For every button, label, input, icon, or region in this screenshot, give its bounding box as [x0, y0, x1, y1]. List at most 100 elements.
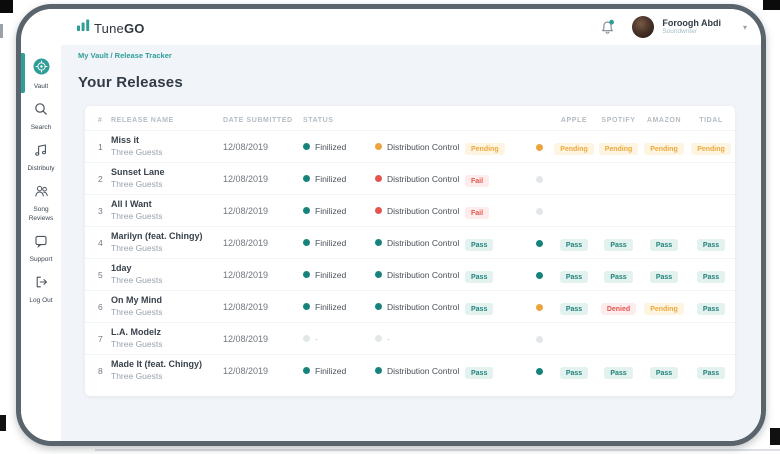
sidebar-item-distributy[interactable]: Distributy: [21, 137, 61, 178]
finalized-status-cell: -: [303, 322, 375, 355]
apple-result-cell: Pass: [552, 354, 596, 387]
column-header-overall: [465, 106, 527, 131]
status-dot-teal: [303, 271, 310, 278]
platform-status-dot-cell: [527, 194, 552, 227]
status-badge: Pass: [649, 367, 679, 380]
release-name: All I Want: [111, 199, 152, 210]
column-header-release-name: RELEASE NAME: [111, 117, 174, 124]
table-body: 1 Miss it Three Guests 12/08/2019 Finilized D…: [85, 130, 735, 387]
status-dot-gray: [375, 335, 382, 342]
date-submitted: 12/08/2019: [223, 194, 303, 227]
status-label: Distribution Control: [387, 237, 460, 248]
platform-status-dot-cell: [527, 258, 552, 291]
table-row[interactable]: 6 On My Mind Three Guests 12/08/2019 Finiliz…: [85, 290, 735, 323]
apple-result-cell: Pass: [552, 290, 596, 323]
amazon-result-cell: Pending: [641, 290, 687, 323]
release-artist: Three Guests: [111, 210, 163, 221]
sidebar-item-song-reviews[interactable]: Song Reviews: [21, 178, 61, 227]
status-dot-yellow: [375, 143, 382, 150]
breadcrumb[interactable]: My Vault / Release Tracker: [78, 51, 761, 60]
table-row[interactable]: 7 L.A. Modelz Three Guests 12/08/2019- -: [85, 322, 735, 355]
row-number: 4: [85, 226, 111, 259]
sidebar-item-log-out[interactable]: Log Out: [21, 269, 61, 310]
column-header-dot: [527, 106, 552, 131]
spotify-result-cell: Pass: [596, 354, 641, 387]
sidebar-item-label: Distributy: [27, 165, 55, 173]
apple-result-cell: Pass: [552, 226, 596, 259]
release-artist: Three Guests: [111, 274, 163, 285]
tidal-result-cell: Pass: [687, 290, 735, 323]
amazon-result-cell: Pass: [641, 226, 687, 259]
status-badge: Pass: [649, 271, 679, 283]
date-submitted: 12/08/2019: [223, 226, 303, 259]
table-row[interactable]: 1 Miss it Three Guests 12/08/2019 Finilized D…: [85, 130, 735, 163]
status-dot-gray: [536, 175, 543, 183]
date-submitted: 12/08/2019: [223, 130, 303, 163]
platform-status-dot-cell: [527, 354, 552, 387]
mockup-edge-mark-left-bottom: [0, 415, 6, 431]
tidal-result-cell: [687, 194, 735, 227]
release-artist: Three Guests: [111, 178, 163, 189]
user-menu-chevron-down-icon[interactable]: ▾: [743, 23, 747, 32]
status-label: Finilized: [315, 205, 347, 216]
status-badge: Pass: [696, 367, 726, 380]
platform-status-dot-cell: [527, 226, 552, 259]
release-artist: Three Guests: [111, 242, 163, 253]
status-dot-teal: [375, 367, 382, 375]
status-dot-teal: [536, 271, 543, 279]
status-dot-teal: [303, 367, 310, 375]
status-dot-teal: [303, 207, 310, 214]
table-row[interactable]: 4 Marilyn (feat. Chingy) Three Guests 12/08…: [85, 226, 735, 259]
release-name: L.A. Modelz: [111, 327, 161, 338]
sidebar-item-vault[interactable]: Vault: [21, 52, 61, 96]
status-dot-gray: [303, 335, 310, 342]
sidebar-item-search[interactable]: Search: [21, 96, 61, 137]
user-avatar[interactable]: [632, 16, 655, 38]
table-row[interactable]: 5 1day Three Guests 12/08/2019 Finilized Dist…: [85, 258, 735, 291]
date-submitted: 12/08/2019: [223, 354, 303, 387]
column-header-spotify: SPOTIFY: [601, 117, 636, 124]
distribution-status-cell: -: [375, 322, 465, 355]
amazon-result-cell: Pending: [641, 130, 687, 163]
sidebar-item-support[interactable]: Support: [21, 228, 61, 269]
logo-text: TuneGO: [94, 21, 145, 36]
distributy-icon: [34, 143, 48, 162]
tidal-result-cell: Pass: [687, 226, 735, 259]
status-dot-teal: [375, 239, 382, 246]
date-submitted: 12/08/2019: [223, 322, 303, 355]
status-label: Finilized: [315, 301, 347, 312]
mockup-bottom-line: [95, 449, 780, 451]
finalized-status-cell: Finilized: [303, 290, 375, 323]
distribution-status-cell: Distribution Control: [375, 226, 465, 259]
sidebar-item-label: Vault: [33, 83, 49, 90]
notifications-bell-icon[interactable]: [599, 19, 616, 36]
release-name-cell: L.A. Modelz Three Guests: [111, 322, 223, 355]
overall-result-cell: Pass: [465, 226, 527, 259]
status-dot-gray: [536, 207, 543, 215]
column-header-apple: APPLE: [560, 117, 588, 124]
release-name: On My Mind: [111, 295, 162, 306]
status-badge: Denied: [600, 303, 637, 315]
tunego-logo[interactable]: TuneGO: [77, 18, 145, 36]
column-header-date-submitted: DATE SUBMITTED: [223, 117, 293, 124]
table-row[interactable]: 8 Made It (feat. Chingy) Three Guests 12/08…: [85, 354, 735, 387]
release-artist: Three Guests: [111, 371, 163, 382]
spotify-result-cell: [596, 194, 641, 227]
platform-status-dot-cell: [527, 130, 552, 163]
table-row[interactable]: 2 Sunset Lane Three Guests 12/08/2019 Finili…: [85, 162, 735, 195]
sidebar-item-label: Support: [29, 255, 53, 263]
status-dot-teal: [375, 303, 382, 310]
release-name: Miss it: [111, 135, 140, 146]
status-dot-yellow: [536, 303, 543, 311]
finalized-status-cell: Finilized: [303, 354, 375, 387]
row-number: 6: [85, 290, 111, 323]
tidal-result-cell: Pass: [687, 354, 735, 387]
mockup-corner-mark-top-right: [763, 0, 780, 10]
table-row[interactable]: 3 All I Want Three Guests 12/08/2019 Finiliz…: [85, 194, 735, 227]
amazon-result-cell: Pass: [641, 354, 687, 387]
row-number: 7: [85, 322, 111, 355]
status-badge: Pass: [696, 271, 726, 283]
active-accent-bar: [21, 53, 25, 94]
row-number: 2: [85, 162, 111, 195]
status-label: Finilized: [315, 141, 347, 152]
